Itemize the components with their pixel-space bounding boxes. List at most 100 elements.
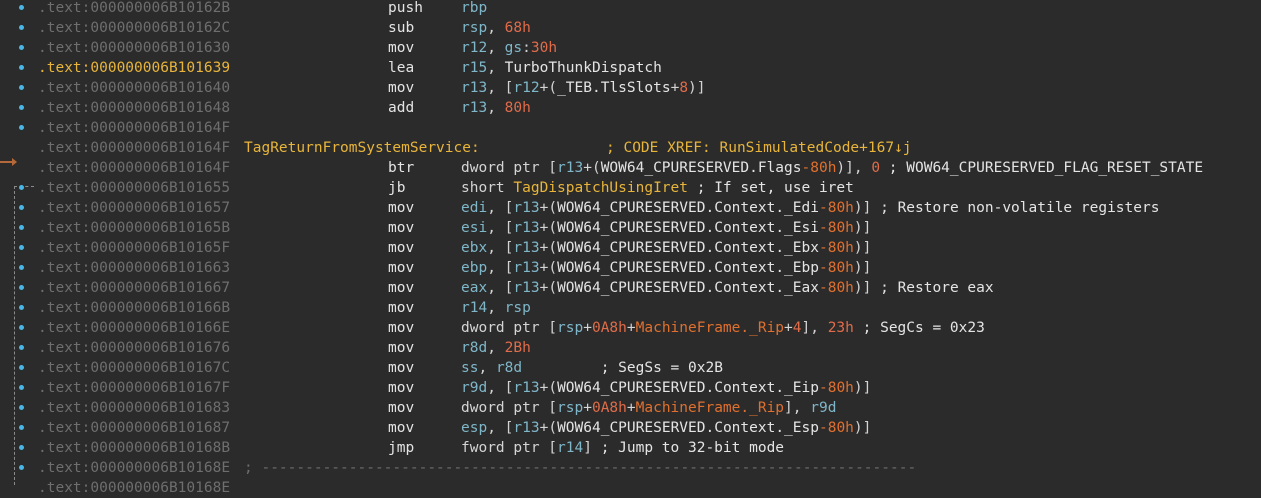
- offset-token[interactable]: -80h: [819, 220, 854, 236]
- disassembly-line[interactable]: .text:000000006B10164F btr dword ptr [r13+…: [0, 158, 1261, 178]
- number-token[interactable]: 2Bh: [505, 340, 531, 356]
- breakpoint-dot-icon[interactable]: [19, 325, 24, 330]
- register-token[interactable]: esi: [461, 220, 487, 236]
- register-token[interactable]: ebp: [461, 260, 487, 276]
- instruction-operands[interactable]: r9d, [r13+(WOW64_CPURESERVED.Context._Ei…: [461, 378, 871, 398]
- register-token[interactable]: rsp: [557, 400, 583, 416]
- breakpoint-dot-icon[interactable]: [19, 65, 24, 70]
- line-address[interactable]: .text:000000006B10164F: [38, 118, 230, 138]
- disassembly-line[interactable]: .text:000000006B10166B mov r14, rsp: [0, 298, 1261, 318]
- disassembly-line[interactable]: .text:000000006B10168E ; ----------------…: [0, 458, 1261, 478]
- register-token[interactable]: r13: [513, 240, 539, 256]
- xref-comment[interactable]: ; CODE XREF: RunSimulatedCode+167↓j: [606, 138, 912, 158]
- register-token[interactable]: r13: [461, 100, 487, 116]
- struct-member-token[interactable]: WOW64_CPURESERVED.Context._Ebp: [557, 260, 819, 276]
- instruction-mnemonic[interactable]: mov: [388, 398, 414, 418]
- breakpoint-dot-icon[interactable]: [19, 405, 24, 410]
- instruction-operands[interactable]: r13, [r12+(_TEB.TlsSlots+8)]: [461, 78, 706, 98]
- number-token[interactable]: 68h: [505, 20, 531, 36]
- disassembly-line[interactable]: .text:000000006B101657 mov edi, [r13+(WOW6…: [0, 198, 1261, 218]
- struct-member-token[interactable]: _TEB.TlsSlots: [557, 80, 671, 96]
- symbol-token[interactable]: TurboThunkDispatch: [505, 60, 662, 76]
- instruction-mnemonic[interactable]: mov: [388, 298, 414, 318]
- struct-member-token[interactable]: WOW64_CPURESERVED.Context._Esp: [557, 420, 819, 436]
- line-address[interactable]: .text:000000006B10164F: [38, 138, 230, 158]
- instruction-mnemonic[interactable]: btr: [388, 158, 414, 178]
- instruction-operands[interactable]: ss, r8d ; SegSs = 0x2B: [461, 358, 723, 378]
- line-address[interactable]: .text:000000006B10166E: [38, 318, 230, 338]
- line-address[interactable]: .text:000000006B10165F: [38, 238, 230, 258]
- register-token[interactable]: r9d: [810, 400, 836, 416]
- offset-token[interactable]: -80h: [802, 160, 837, 176]
- breakpoint-dot-icon[interactable]: [19, 5, 24, 10]
- disassembly-line[interactable]: .text:000000006B10164F TagReturnFromSyste…: [0, 138, 1261, 158]
- line-address[interactable]: .text:000000006B101667: [38, 278, 230, 298]
- line-address[interactable]: .text:000000006B101655: [38, 178, 230, 198]
- instruction-operands[interactable]: r13, 80h: [461, 98, 531, 118]
- line-address[interactable]: .text:000000006B101639: [38, 58, 230, 78]
- line-address[interactable]: .text:000000006B101687: [38, 418, 230, 438]
- disassembly-line[interactable]: .text:000000006B10165B mov esi, [r13+(WOW6…: [0, 218, 1261, 238]
- disassembly-line[interactable]: .text:000000006B101687 mov esp, [r13+(WOW6…: [0, 418, 1261, 438]
- offset-token[interactable]: MachineFrame._Rip: [636, 320, 784, 336]
- breakpoint-dot-icon[interactable]: [19, 265, 24, 270]
- line-address[interactable]: .text:000000006B101630: [38, 38, 230, 58]
- register-token[interactable]: r9d: [461, 380, 487, 396]
- disassembly-line[interactable]: .text:000000006B101655 jb short TagDispatc…: [0, 178, 1261, 198]
- disassembly-line[interactable]: .text:000000006B10168E: [0, 478, 1261, 498]
- register-token[interactable]: rsp: [461, 20, 487, 36]
- line-address[interactable]: .text:000000006B101663: [38, 258, 230, 278]
- number-token[interactable]: 0: [871, 160, 880, 176]
- disassembly-listing[interactable]: .text:000000006B10162B push rbp .text:00000…: [0, 0, 1261, 498]
- register-token[interactable]: r13: [557, 160, 583, 176]
- register-token[interactable]: gs: [505, 40, 522, 56]
- instruction-mnemonic[interactable]: mov: [388, 318, 414, 338]
- register-token[interactable]: ebx: [461, 240, 487, 256]
- breakpoint-dot-icon[interactable]: [19, 125, 24, 130]
- line-address[interactable]: .text:000000006B10168E: [38, 458, 230, 478]
- register-token[interactable]: eax: [461, 280, 487, 296]
- instruction-operands[interactable]: esi, [r13+(WOW64_CPURESERVED.Context._Es…: [461, 218, 871, 238]
- instruction-operands[interactable]: esp, [r13+(WOW64_CPURESERVED.Context._Es…: [461, 418, 871, 438]
- instruction-mnemonic[interactable]: mov: [388, 78, 414, 98]
- instruction-mnemonic[interactable]: mov: [388, 418, 414, 438]
- breakpoint-dot-icon[interactable]: [19, 105, 24, 110]
- line-address[interactable]: .text:000000006B101683: [38, 398, 230, 418]
- disassembly-line[interactable]: .text:000000006B101648 add r13, 80h: [0, 98, 1261, 118]
- instruction-mnemonic[interactable]: mov: [388, 38, 414, 58]
- disassembly-line[interactable]: .text:000000006B101630 mov r12, gs:30h: [0, 38, 1261, 58]
- code-label[interactable]: TagReturnFromSystemService:: [244, 138, 480, 158]
- offset-token[interactable]: -80h: [819, 240, 854, 256]
- register-token[interactable]: edi: [461, 200, 487, 216]
- instruction-mnemonic[interactable]: sub: [388, 18, 414, 38]
- instruction-mnemonic[interactable]: mov: [388, 238, 414, 258]
- register-token[interactable]: r13: [513, 280, 539, 296]
- instruction-operands[interactable]: fword ptr [r14] ; Jump to 32-bit mode: [461, 438, 784, 458]
- instruction-mnemonic[interactable]: lea: [388, 58, 414, 78]
- number-token[interactable]: 4: [793, 320, 802, 336]
- breakpoint-dot-icon[interactable]: [19, 445, 24, 450]
- instruction-operands[interactable]: r14, rsp: [461, 298, 531, 318]
- offset-token[interactable]: -80h: [819, 260, 854, 276]
- breakpoint-dot-icon[interactable]: [19, 345, 24, 350]
- line-address[interactable]: .text:000000006B101648: [38, 98, 230, 118]
- line-address[interactable]: .text:000000006B10165B: [38, 218, 230, 238]
- line-address[interactable]: .text:000000006B10162C: [38, 18, 230, 38]
- instruction-operands[interactable]: r8d, 2Bh: [461, 338, 531, 358]
- line-address[interactable]: .text:000000006B10167C: [38, 358, 230, 378]
- disassembly-line[interactable]: .text:000000006B101683 mov dword ptr [rsp+…: [0, 398, 1261, 418]
- instruction-mnemonic[interactable]: jb: [388, 178, 405, 198]
- disassembly-line[interactable]: .text:000000006B10166E mov dword ptr [rsp+…: [0, 318, 1261, 338]
- register-token[interactable]: r12: [461, 40, 487, 56]
- struct-member-token[interactable]: WOW64_CPURESERVED.Context._Esi: [557, 220, 819, 236]
- register-token[interactable]: ss: [461, 360, 478, 376]
- register-token[interactable]: r15: [461, 60, 487, 76]
- register-token[interactable]: r13: [513, 220, 539, 236]
- instruction-mnemonic[interactable]: mov: [388, 358, 414, 378]
- disassembly-line[interactable]: .text:000000006B10162C sub rsp, 68h: [0, 18, 1261, 38]
- breakpoint-dot-icon[interactable]: [19, 225, 24, 230]
- line-address[interactable]: .text:000000006B101676: [38, 338, 230, 358]
- disassembly-line[interactable]: .text:000000006B101667 mov eax, [r13+(WOW6…: [0, 278, 1261, 298]
- instruction-operands[interactable]: rbp: [461, 0, 487, 18]
- offset-token[interactable]: -80h: [819, 280, 854, 296]
